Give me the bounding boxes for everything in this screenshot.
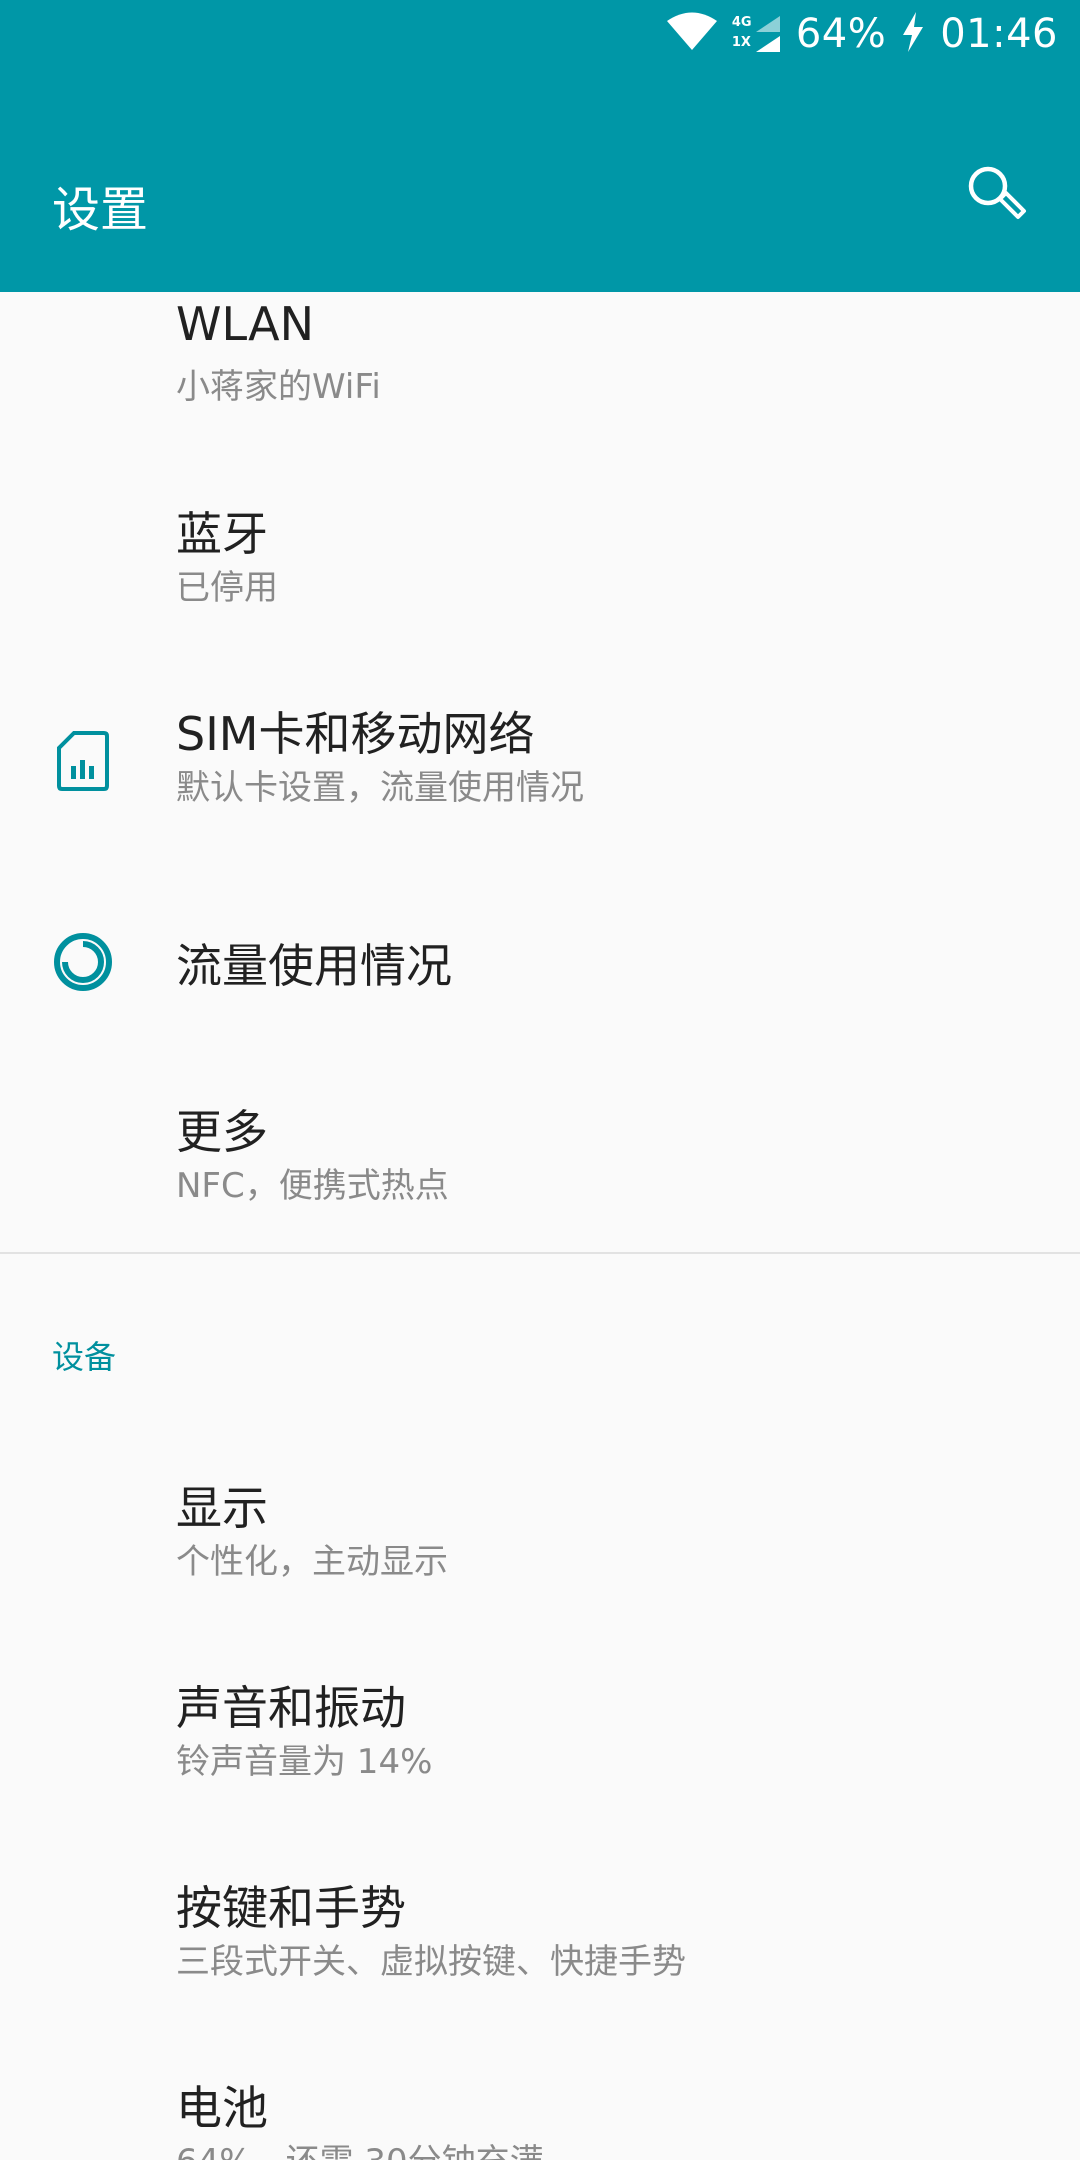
setting-item-sim-and-mobile-network[interactable]: SIM卡和移动网络 默认卡设置，流量使用情况	[0, 660, 1080, 860]
setting-item-display[interactable]: 显示 个性化，主动显示	[0, 1428, 1080, 1628]
setting-item-bluetooth[interactable]: 蓝牙 已停用	[0, 460, 1080, 660]
item-title: 按键和手势	[176, 1881, 406, 1935]
charging-icon	[900, 12, 926, 56]
item-title: 声音和振动	[176, 1681, 406, 1735]
cell-signal-icon: 4G 1X	[732, 12, 782, 56]
item-subtitle: 铃声音量为 14%	[176, 1742, 433, 1782]
item-subtitle: 已停用	[176, 568, 278, 608]
item-subtitle: 小蒋家的WiFi	[176, 367, 381, 407]
item-title: 电池	[176, 2081, 268, 2135]
setting-item-buttons-and-gestures[interactable]: 按键和手势 三段式开关、虚拟按键、快捷手势	[0, 1828, 1080, 2028]
setting-item-more[interactable]: 更多 NFC，便携式热点	[0, 1060, 1080, 1260]
setting-item-battery[interactable]: 电池 64%，还需 30分钟充满	[0, 2028, 1080, 2160]
search-icon	[964, 162, 1028, 230]
search-button[interactable]	[956, 156, 1036, 236]
data-usage-icon	[50, 929, 116, 995]
app-bar: 4G 1X 64% 01:46 设置	[0, 0, 1080, 292]
item-title: WLAN	[176, 297, 315, 351]
item-title: 更多	[176, 1105, 268, 1159]
setting-item-sound-and-vibration[interactable]: 声音和振动 铃声音量为 14%	[0, 1628, 1080, 1828]
setting-item-wlan[interactable]: WLAN 小蒋家的WiFi	[0, 292, 1080, 460]
section-header-device: 设备	[52, 1338, 117, 1376]
settings-screen: 4G 1X 64% 01:46 设置 WLAN 小蒋家的WiFi 蓝牙 已停用 …	[0, 0, 1080, 2160]
item-subtitle: 默认卡设置，流量使用情况	[176, 768, 584, 808]
item-subtitle: 个性化，主动显示	[176, 1542, 448, 1582]
sim-card-icon	[50, 728, 116, 794]
status-bar-right: 4G 1X 64% 01:46	[666, 6, 1058, 62]
status-bar: 4G 1X 64% 01:46	[0, 0, 1080, 66]
page-title: 设置	[52, 182, 149, 238]
item-subtitle: 三段式开关、虚拟按键、快捷手势	[176, 1942, 686, 1982]
setting-item-data-usage[interactable]: 流量使用情况	[0, 860, 1080, 1060]
item-title: 显示	[176, 1481, 268, 1535]
item-title: 流量使用情况	[176, 939, 452, 993]
battery-percentage: 64%	[795, 11, 887, 57]
item-title: SIM卡和移动网络	[176, 707, 535, 761]
item-title: 蓝牙	[176, 507, 268, 561]
item-subtitle: 64%，还需 30分钟充满	[176, 2134, 544, 2160]
wifi-icon	[666, 12, 718, 56]
item-subtitle: NFC，便携式热点	[176, 1166, 449, 1206]
section-divider	[0, 1252, 1080, 1254]
clock: 01:46	[940, 11, 1058, 57]
